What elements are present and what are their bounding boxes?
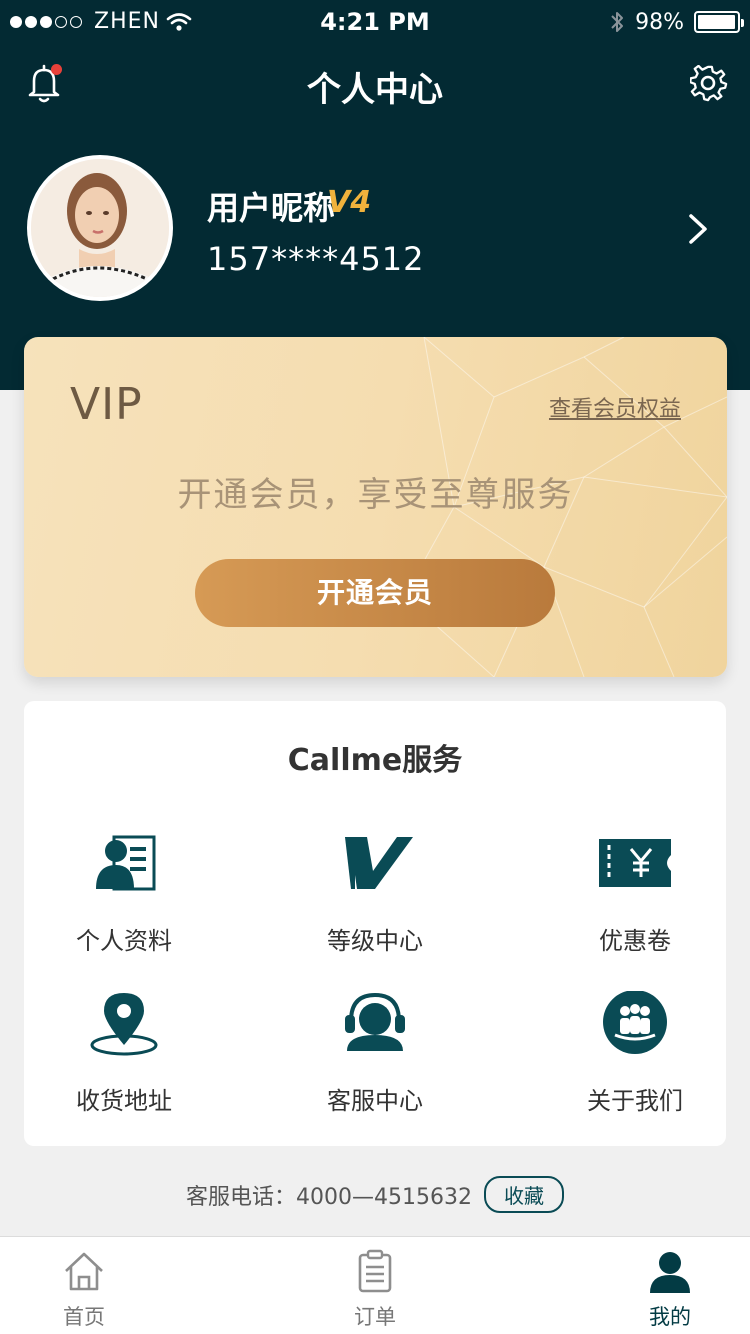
- battery-icon: [694, 11, 744, 33]
- order-clipboard-icon: [358, 1249, 392, 1293]
- vip-level-badge: V4: [327, 185, 372, 220]
- service-level[interactable]: 等级中心: [275, 831, 475, 971]
- tab-label: 首页: [63, 1305, 105, 1329]
- service-label: 收货地址: [76, 1087, 172, 1115]
- avatar[interactable]: [27, 155, 173, 301]
- profile-detail-button[interactable]: [686, 212, 710, 246]
- user-nickname: 用户昵称: [207, 189, 336, 227]
- tab-bar: 首页 订单 我的: [0, 1236, 750, 1334]
- headset-icon: [345, 992, 405, 1051]
- chevron-right-icon: [689, 214, 707, 244]
- service-label: 客服中心: [327, 1087, 423, 1115]
- status-bar: ZHEN 4:21 PM 98%: [0, 0, 750, 46]
- vip-tagline: 开通会员，享受至尊服务: [177, 475, 574, 515]
- vip-title: VIP: [70, 379, 143, 430]
- location-pin-icon: [90, 993, 158, 1056]
- settings-button[interactable]: [688, 64, 728, 103]
- user-icon: [650, 1252, 690, 1293]
- status-right: 98%: [609, 9, 744, 35]
- service-about[interactable]: 关于我们: [535, 991, 735, 1131]
- battery-level-fill: [698, 15, 736, 29]
- service-label: 优惠卷: [599, 927, 671, 955]
- tab-label: 订单: [354, 1305, 396, 1329]
- group-icon: [603, 991, 667, 1054]
- services-title: Callme服务: [287, 743, 463, 778]
- hotline-label: 客服电话：4000—4515632: [186, 1184, 472, 1210]
- vip-card: VIP 查看会员权益 开通会员，享受至尊服务 开通会员: [24, 337, 727, 677]
- bluetooth-icon: [611, 12, 624, 32]
- level-v-icon: [345, 837, 413, 889]
- page-title: 个人中心: [307, 70, 443, 110]
- profile-card-icon: [96, 835, 156, 891]
- tab-label: 我的: [649, 1305, 691, 1329]
- view-benefits-link[interactable]: 查看会员权益: [549, 391, 681, 423]
- service-label: 个人资料: [76, 927, 172, 955]
- gear-icon: [688, 64, 728, 102]
- tab-mine[interactable]: 我的: [590, 1237, 750, 1334]
- hotline-number[interactable]: 4000—4515632: [296, 1185, 472, 1210]
- hotline: 客服电话：4000—4515632 收藏: [0, 1176, 750, 1213]
- services-card: Callme服务 个人资料 等级中心 优惠卷 收货地址 客服中心 关于我们: [24, 701, 726, 1146]
- portrait-image: [31, 159, 169, 297]
- home-icon: [65, 1252, 103, 1291]
- activate-membership-button[interactable]: 开通会员: [195, 559, 555, 627]
- user-phone: 157****4512: [207, 240, 425, 278]
- service-profile[interactable]: 个人资料: [24, 831, 224, 971]
- service-coupon[interactable]: 优惠卷: [535, 831, 735, 971]
- tab-orders[interactable]: 订单: [295, 1237, 455, 1334]
- service-label: 等级中心: [327, 927, 423, 955]
- tab-home[interactable]: 首页: [4, 1237, 164, 1334]
- avatar-photo: [31, 159, 169, 297]
- coupon-icon: [599, 839, 671, 887]
- service-label: 关于我们: [587, 1087, 683, 1115]
- service-support[interactable]: 客服中心: [275, 991, 475, 1131]
- service-address[interactable]: 收货地址: [24, 991, 224, 1131]
- battery-percent: 98%: [635, 9, 684, 35]
- collect-button[interactable]: 收藏: [483, 1176, 564, 1213]
